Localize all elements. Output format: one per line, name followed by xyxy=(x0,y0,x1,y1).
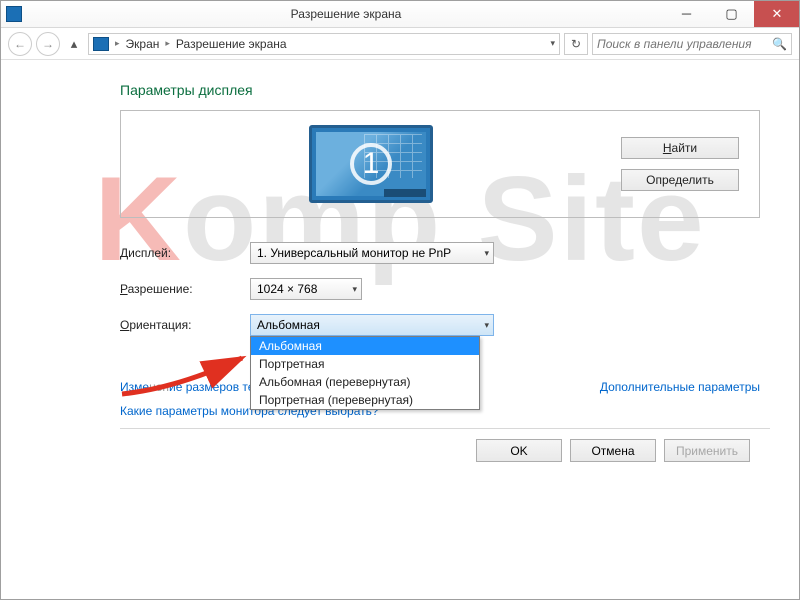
search-icon: 🔍 xyxy=(772,37,787,51)
orientation-value: Альбомная xyxy=(257,318,320,332)
search-box[interactable]: 🔍 xyxy=(592,33,792,55)
settings-form: Дисплей: 1. Универсальный монитор не PnP… xyxy=(120,242,760,462)
divider xyxy=(120,428,770,429)
resolution-label: Разрешение: xyxy=(120,282,250,296)
breadcrumb-resolution[interactable]: Разрешение экрана xyxy=(176,37,287,51)
orientation-dropdown[interactable]: Альбомная ▾ xyxy=(250,314,494,336)
monitor-thumbnail[interactable]: 1 xyxy=(309,125,433,203)
orientation-option[interactable]: Альбомная (перевернутая) xyxy=(251,373,479,391)
monitor-number: 1 xyxy=(363,147,380,181)
window-title: Разрешение экрана xyxy=(28,7,664,21)
orientation-label: Ориентация: xyxy=(120,318,250,332)
orientation-option[interactable]: Альбомная xyxy=(251,337,479,355)
window-icon xyxy=(6,6,22,22)
advanced-settings-link[interactable]: Дополнительные параметры xyxy=(600,380,760,394)
display-dropdown[interactable]: 1. Универсальный монитор не PnP ▾ xyxy=(250,242,494,264)
chevron-right-icon: ▸ xyxy=(115,38,120,49)
orientation-option[interactable]: Портретная (перевернутая) xyxy=(251,391,479,409)
find-button[interactable]: Найти xyxy=(621,137,739,159)
forward-button[interactable]: → xyxy=(36,32,60,56)
page-heading: Параметры дисплея xyxy=(120,82,760,98)
display-value: 1. Универсальный монитор не PnP xyxy=(257,246,451,260)
chevron-right-icon: ▸ xyxy=(165,38,170,49)
breadcrumb-screen[interactable]: Экран xyxy=(126,37,160,51)
up-button[interactable]: ▴ xyxy=(64,34,84,54)
minimize-button[interactable]: ─ xyxy=(664,0,709,27)
address-bar[interactable]: ▸ Экран ▸ Разрешение экрана ▾ xyxy=(88,33,560,55)
apply-button[interactable]: Применить xyxy=(664,439,750,462)
ok-button[interactable]: OK xyxy=(476,439,562,462)
search-input[interactable] xyxy=(597,37,772,51)
content-area: Параметры дисплея 1 Найти Определить Дис… xyxy=(0,60,800,472)
resolution-dropdown[interactable]: 1024 × 768 ▾ xyxy=(250,278,362,300)
control-panel-icon xyxy=(93,37,109,51)
resolution-value: 1024 × 768 xyxy=(257,282,317,296)
chevron-down-icon: ▾ xyxy=(484,320,489,331)
orientation-option[interactable]: Портретная xyxy=(251,355,479,373)
maximize-button[interactable]: ▢ xyxy=(709,0,754,27)
refresh-button[interactable]: ↻ xyxy=(564,33,588,55)
back-button[interactable]: ← xyxy=(8,32,32,56)
close-button[interactable]: ✕ xyxy=(754,0,800,27)
cancel-button[interactable]: Отмена xyxy=(570,439,656,462)
chevron-down-icon: ▾ xyxy=(352,284,357,295)
chevron-down-icon: ▾ xyxy=(484,248,489,259)
detect-button[interactable]: Определить xyxy=(621,169,739,191)
title-bar: Разрешение экрана ─ ▢ ✕ xyxy=(0,0,800,28)
orientation-options-list: АльбомнаяПортретнаяАльбомная (перевернут… xyxy=(250,336,480,410)
nav-bar: ← → ▴ ▸ Экран ▸ Разрешение экрана ▾ ↻ 🔍 xyxy=(0,28,800,60)
display-label: Дисплей: xyxy=(120,246,250,260)
display-preview: 1 Найти Определить xyxy=(120,110,760,218)
chevron-down-icon[interactable]: ▾ xyxy=(550,38,555,49)
dialog-actions: OK Отмена Применить xyxy=(120,439,760,462)
